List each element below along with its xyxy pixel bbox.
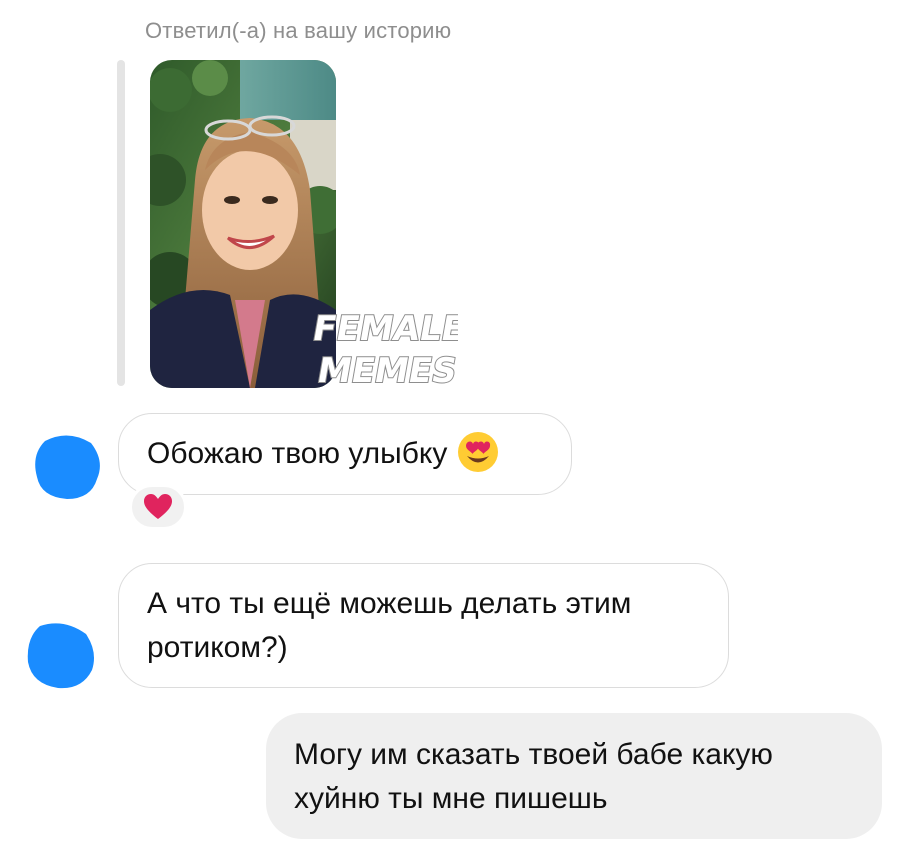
message-text: А что ты ещё можешь делать этим (147, 587, 632, 620)
sender-avatar[interactable] (33, 433, 103, 501)
watermark-line1: FEMALE (310, 309, 458, 349)
reaction-badge[interactable] (129, 484, 187, 530)
story-quote-bar (117, 60, 125, 386)
message-text: хуйню ты мне пишешь (294, 782, 608, 815)
message-bubble-incoming[interactable]: А что ты ещё можешь делать этим ротиком?… (118, 563, 729, 688)
message-text: Могу им сказать твоей бабе какую (294, 738, 773, 771)
heart-eyes-emoji-icon (458, 432, 499, 473)
message-text: ротиком?) (147, 631, 288, 664)
watermark-line2: MEMES (314, 351, 458, 391)
watermark-logo: FEMALE MEMES (309, 308, 458, 392)
message-bubble-incoming[interactable]: Обожаю твою улыбку (118, 413, 572, 495)
red-heart-icon (144, 494, 172, 519)
message-bubble-outgoing[interactable]: Могу им сказать твоей бабе какую хуйню т… (266, 713, 882, 839)
message-text: Обожаю твою улыбку (147, 437, 448, 470)
sender-avatar[interactable] (26, 622, 96, 690)
story-reply-caption: Ответил(-а) на вашу историю (145, 18, 452, 43)
